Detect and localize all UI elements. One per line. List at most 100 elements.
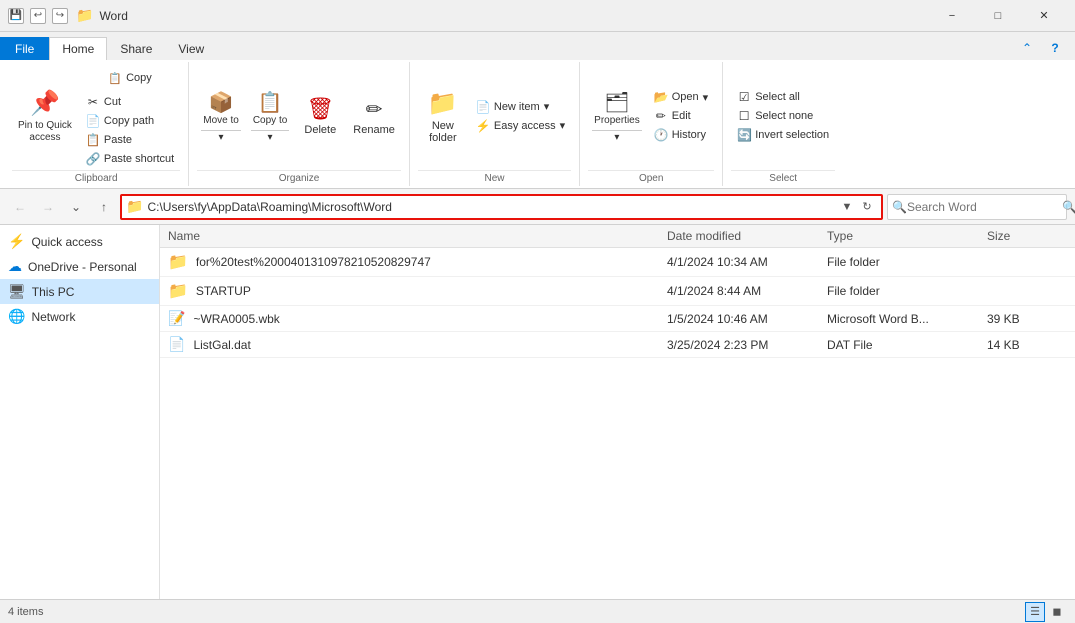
refresh-button[interactable]: ↻ <box>857 197 877 217</box>
paste-button[interactable]: 📋 Paste <box>80 131 180 149</box>
sidebar-item-quickaccess-label: Quick access <box>31 235 102 249</box>
move-to-button[interactable]: 📦 Move to ▾ <box>197 86 245 146</box>
move-to-chevron: ▾ <box>219 132 224 143</box>
file-size: 39 KB <box>987 312 1067 326</box>
easy-access-chevron: ▾ <box>560 119 566 132</box>
back-button[interactable]: ← <box>8 195 32 219</box>
tab-share[interactable]: Share <box>107 37 165 60</box>
select-group-label: Select <box>731 170 835 184</box>
search-input[interactable] <box>907 200 1062 214</box>
quickaccess-icon: ⚡ <box>8 233 25 250</box>
redo-icon[interactable]: ↪ <box>52 8 68 24</box>
history-label: History <box>672 129 706 141</box>
pin-icon: 📌 <box>30 89 60 118</box>
status-bar: 4 items ☰ ◼ <box>0 599 1075 623</box>
large-icons-view-button[interactable]: ◼ <box>1047 602 1067 622</box>
select-all-button[interactable]: ☑ Select all <box>731 88 835 106</box>
sidebar-item-network[interactable]: 🌐 Network <box>0 304 159 329</box>
edit-button[interactable]: ✏ Edit <box>648 107 714 125</box>
tab-file[interactable]: File <box>0 37 49 60</box>
table-row[interactable]: 📝 ~WRA0005.wbk 1/5/2024 10:46 AM Microso… <box>160 306 1075 332</box>
folder-icon: 📁 <box>168 281 188 301</box>
easy-access-button[interactable]: ⚡ Easy access ▾ <box>470 117 571 135</box>
organize-group-label: Organize <box>197 170 401 184</box>
paste-shortcut-icon: 🔗 <box>86 152 100 166</box>
minimize-button[interactable]: − <box>929 0 975 32</box>
ribbon-group-organize: 📦 Move to ▾ 📋 Copy to ▾ 🗑 Delete ✏ Renam… <box>189 62 410 186</box>
sidebar-item-onedrive[interactable]: ☁ OneDrive - Personal <box>0 254 159 279</box>
maximize-button[interactable]: □ <box>975 0 1021 32</box>
table-row[interactable]: 📁 for%20test%2000401310978210520829747 4… <box>160 248 1075 277</box>
address-text: C:\Users\fy\AppData\Roaming\Microsoft\Wo… <box>143 200 837 214</box>
sidebar-item-thispc[interactable]: 🖥 This PC <box>0 279 159 304</box>
clipboard-content: 📌 Pin to Quickaccess 📋 Copy ✂ Cut 📄 Copy… <box>12 64 180 168</box>
copy-label: Copy <box>126 72 152 84</box>
col-header-size: Size <box>987 229 1067 243</box>
title-bar: 💾 ↩ ↪ 📁 Word − □ ✕ <box>0 0 1075 32</box>
open-button[interactable]: 📂 Open ▾ <box>648 88 714 106</box>
tab-home[interactable]: Home <box>49 37 107 60</box>
history-icon: 🕐 <box>654 128 668 142</box>
open-content: 🗂 Properties ▾ 📂 Open ▾ ✏ Edit 🕐 History <box>588 64 714 168</box>
sidebar-item-quickaccess[interactable]: ⚡ Quick access <box>0 229 159 254</box>
details-view-button[interactable]: ☰ <box>1025 602 1045 622</box>
file-name: 📁 for%20test%2000401310978210520829747 <box>168 252 667 272</box>
table-row[interactable]: 📁 STARTUP 4/1/2024 8:44 AM File folder <box>160 277 1075 306</box>
up-button[interactable]: ↑ <box>92 195 116 219</box>
select-all-icon: ☑ <box>737 90 751 104</box>
file-name: 📝 ~WRA0005.wbk <box>168 310 667 327</box>
tab-view[interactable]: View <box>165 37 217 60</box>
properties-button[interactable]: 🗂 Properties ▾ <box>588 86 646 146</box>
sidebar-item-thispc-label: This PC <box>32 285 75 299</box>
window-title: Word <box>99 9 127 23</box>
paste-shortcut-label: Paste shortcut <box>104 153 174 165</box>
window-controls: − □ ✕ <box>929 0 1067 32</box>
recent-button[interactable]: ⌄ <box>64 195 88 219</box>
view-controls: ☰ ◼ <box>1025 602 1067 622</box>
cut-button[interactable]: ✂ Cut <box>80 93 180 111</box>
paste-shortcut-button[interactable]: 🔗 Paste shortcut <box>80 150 180 168</box>
invert-selection-icon: 🔄 <box>737 128 751 142</box>
rename-button[interactable]: ✏ Rename <box>347 86 401 146</box>
forward-button[interactable]: → <box>36 195 60 219</box>
select-none-button[interactable]: ☐ Select none <box>731 107 835 125</box>
save-icon[interactable]: 💾 <box>8 8 24 24</box>
pin-quick-access-button[interactable]: 📌 Pin to Quickaccess <box>12 86 78 146</box>
ribbon: 📌 Pin to Quickaccess 📋 Copy ✂ Cut 📄 Copy… <box>0 60 1075 189</box>
open-label: Open <box>672 91 699 103</box>
new-folder-button[interactable]: 📁 Newfolder <box>418 86 468 146</box>
title-quick-access: 💾 ↩ ↪ <box>8 8 68 24</box>
move-to-label: Move to <box>203 115 239 126</box>
table-row[interactable]: 📄 ListGal.dat 3/25/2024 2:23 PM DAT File… <box>160 332 1075 358</box>
search-submit-button[interactable]: 🔍 <box>1062 197 1075 217</box>
ribbon-group-clipboard: 📌 Pin to Quickaccess 📋 Copy ✂ Cut 📄 Copy… <box>4 62 189 186</box>
file-rows-container: 📁 for%20test%2000401310978210520829747 4… <box>160 248 1075 358</box>
paste-icon: 📋 <box>86 133 100 147</box>
pin-quick-access-label: Pin to Quickaccess <box>18 120 72 144</box>
file-type: Microsoft Word B... <box>827 312 987 326</box>
history-button[interactable]: 🕐 History <box>648 126 714 144</box>
address-bar[interactable]: 📁 C:\Users\fy\AppData\Roaming\Microsoft\… <box>120 194 883 220</box>
copy-path-button[interactable]: 📄 Copy path <box>80 112 180 130</box>
properties-icon: 🗂 <box>604 90 629 115</box>
nav-bar: ← → ⌄ ↑ 📁 C:\Users\fy\AppData\Roaming\Mi… <box>0 189 1075 225</box>
undo-icon[interactable]: ↩ <box>30 8 46 24</box>
ribbon-group-new: 📁 Newfolder 📄 New item ▾ ⚡ Easy access ▾… <box>410 62 580 186</box>
ribbon-collapse-button[interactable]: ⌃ <box>1015 36 1039 60</box>
edit-label: Edit <box>672 110 691 122</box>
address-dropdown-button[interactable]: ▼ <box>837 197 857 217</box>
ribbon-group-open: 🗂 Properties ▾ 📂 Open ▾ ✏ Edit 🕐 History <box>580 62 723 186</box>
delete-button[interactable]: 🗑 Delete <box>295 86 345 146</box>
close-button[interactable]: ✕ <box>1021 0 1067 32</box>
file-name: 📁 STARTUP <box>168 281 667 301</box>
help-button[interactable]: ? <box>1043 36 1067 60</box>
open-col: 📂 Open ▾ ✏ Edit 🕐 History <box>648 88 714 144</box>
copy-button[interactable]: 📋 Copy <box>80 64 180 92</box>
rename-icon: ✏ <box>366 97 383 122</box>
paste-label: Paste <box>104 134 132 146</box>
invert-selection-button[interactable]: 🔄 Invert selection <box>731 126 835 144</box>
copy-icon: 📋 <box>108 72 122 85</box>
search-bar[interactable]: 🔍 🔍 <box>887 194 1067 220</box>
copy-to-button[interactable]: 📋 Copy to ▾ <box>247 86 293 146</box>
new-item-button[interactable]: 📄 New item ▾ <box>470 98 571 116</box>
